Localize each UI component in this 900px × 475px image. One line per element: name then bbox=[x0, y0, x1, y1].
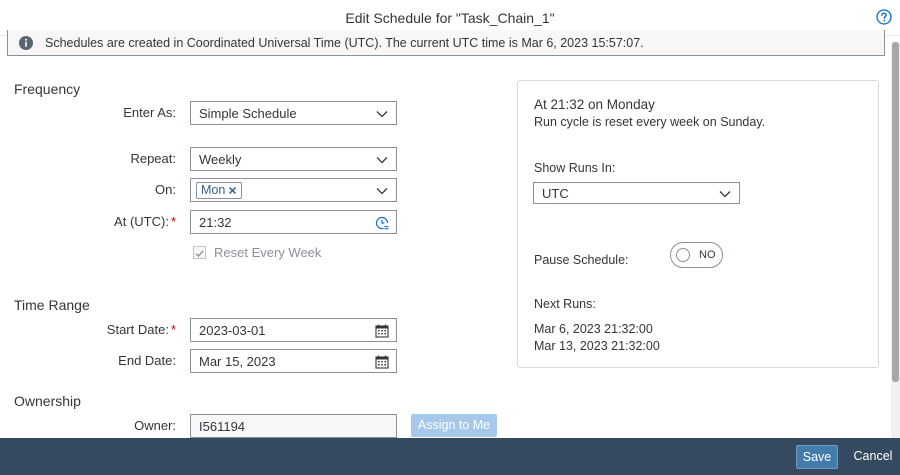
close-icon[interactable] bbox=[228, 186, 237, 195]
enter-as-value: Simple Schedule bbox=[199, 106, 297, 121]
pause-schedule-switch[interactable]: NO bbox=[670, 242, 723, 268]
enter-as-select[interactable]: Simple Schedule bbox=[190, 101, 397, 125]
on-label: On: bbox=[155, 182, 176, 197]
pause-schedule-label: Pause Schedule: bbox=[534, 253, 629, 267]
reset-every-week-label: Reset Every Week bbox=[214, 245, 322, 260]
time-entry-icon[interactable] bbox=[375, 216, 389, 230]
dialog-footer: Save Cancel bbox=[0, 438, 900, 475]
schedule-summary-panel: At 21:32 on Monday Run cycle is reset ev… bbox=[517, 80, 879, 368]
time-value: 21:32 bbox=[199, 215, 232, 230]
cancel-button[interactable]: Cancel bbox=[846, 445, 900, 469]
at-utc-label: At (UTC): * bbox=[114, 214, 176, 229]
day-token-mon[interactable]: Mon bbox=[196, 182, 243, 199]
repeat-select[interactable]: Weekly bbox=[190, 147, 397, 171]
next-run-item: Mar 13, 2023 21:32:00 bbox=[534, 339, 660, 353]
required-marker: * bbox=[170, 214, 176, 229]
save-button[interactable]: Save bbox=[796, 445, 838, 469]
vertical-scrollbar[interactable] bbox=[891, 42, 900, 439]
checkmark-icon bbox=[195, 250, 204, 258]
scrollbar-thumb[interactable] bbox=[892, 42, 899, 382]
show-runs-label: Show Runs In: bbox=[534, 161, 616, 175]
assign-to-me-button[interactable]: Assign to Me bbox=[411, 414, 497, 437]
time-range-section-title: Time Range bbox=[14, 297, 90, 313]
enter-as-label: Enter As: bbox=[123, 105, 176, 120]
frequency-section-title: Frequency bbox=[14, 81, 81, 97]
calendar-icon[interactable] bbox=[375, 324, 389, 338]
ownership-section-title: Ownership bbox=[14, 393, 81, 409]
owner-value: I561194 bbox=[199, 419, 246, 434]
owner-input[interactable]: I561194 bbox=[190, 414, 397, 438]
end-date-label: End Date: bbox=[118, 353, 176, 368]
calendar-icon[interactable] bbox=[375, 355, 389, 369]
end-date-picker[interactable]: Mar 15, 2023 bbox=[190, 349, 397, 373]
chevron-down-icon bbox=[376, 111, 388, 118]
next-run-item: Mar 6, 2023 21:32:00 bbox=[534, 322, 653, 336]
chevron-down-icon bbox=[376, 157, 388, 164]
start-date-value: 2023-03-01 bbox=[199, 323, 266, 338]
help-icon[interactable] bbox=[876, 9, 892, 25]
schedule-summary-subtext: Run cycle is reset every week on Sunday. bbox=[534, 115, 766, 129]
info-message-strip: Schedules are created in Coordinated Uni… bbox=[7, 30, 885, 56]
chevron-down-icon[interactable] bbox=[375, 184, 389, 198]
repeat-label: Repeat: bbox=[130, 151, 176, 166]
next-runs-label: Next Runs: bbox=[534, 297, 596, 311]
chevron-down-icon bbox=[719, 191, 731, 198]
owner-label: Owner: bbox=[134, 418, 176, 433]
start-date-picker[interactable]: 2023-03-01 bbox=[190, 318, 397, 342]
start-date-label: Start Date: * bbox=[106, 322, 176, 337]
checkbox-box bbox=[193, 246, 206, 259]
schedule-summary-heading: At 21:32 on Monday bbox=[534, 97, 655, 112]
repeat-value: Weekly bbox=[199, 152, 242, 167]
switch-knob bbox=[676, 248, 690, 262]
day-token-label: Mon bbox=[201, 183, 226, 197]
info-icon bbox=[19, 36, 33, 50]
show-runs-value: UTC bbox=[542, 186, 569, 201]
info-message: Schedules are created in Coordinated Uni… bbox=[45, 36, 644, 50]
switch-state-text: NO bbox=[699, 249, 716, 261]
end-date-value: Mar 15, 2023 bbox=[199, 354, 276, 369]
required-marker: * bbox=[170, 322, 176, 337]
on-multi-combobox[interactable]: Mon bbox=[190, 178, 397, 202]
show-runs-select[interactable]: UTC bbox=[533, 182, 740, 204]
time-picker-input[interactable]: 21:32 bbox=[190, 210, 397, 234]
dialog-title: Edit Schedule for "Task_Chain_1" bbox=[345, 10, 555, 26]
